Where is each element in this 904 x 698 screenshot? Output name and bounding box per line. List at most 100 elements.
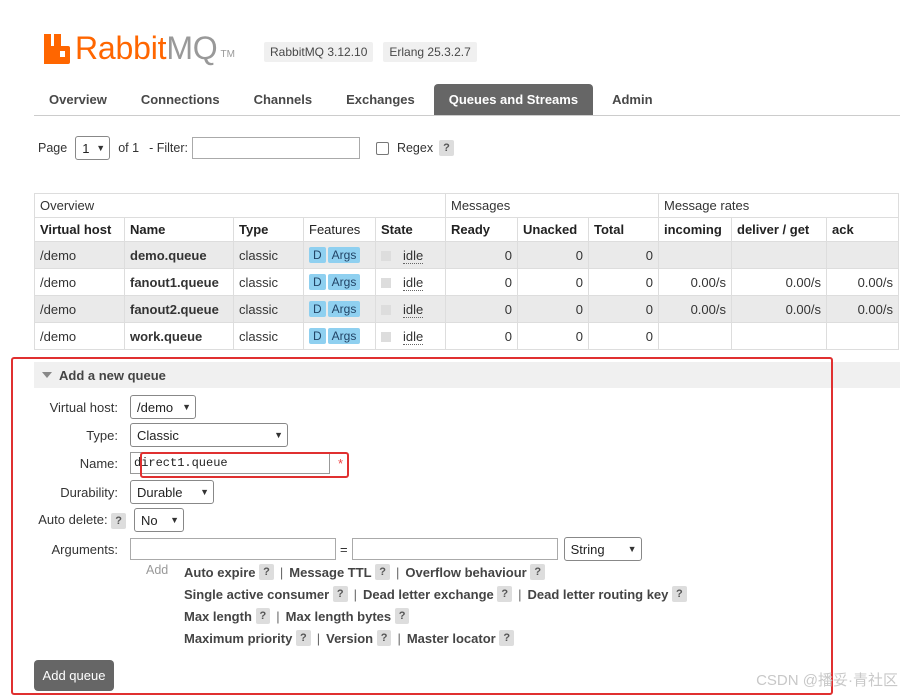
queue-name-link[interactable]: fanout2.queue <box>124 295 234 323</box>
cell-state: idle <box>375 268 446 296</box>
tab-channels[interactable]: Channels <box>239 84 328 115</box>
autodelete-select[interactable]: No ▼ <box>134 508 184 532</box>
help-icon[interactable]: ? <box>499 630 515 646</box>
durability-select[interactable]: Durable ▼ <box>130 480 214 504</box>
required-marker: * <box>338 455 344 471</box>
col-unacked[interactable]: Unacked <box>517 217 589 242</box>
page-of-label: of 1 <box>118 141 140 155</box>
arg-overflow-behaviour[interactable]: Overflow behaviour <box>405 565 526 580</box>
durability-label: Durability: <box>60 484 118 500</box>
cell-total: 0 <box>588 322 659 350</box>
cell-deliver-get <box>731 322 827 350</box>
arg-version[interactable]: Version <box>326 631 373 646</box>
regex-checkbox[interactable] <box>375 141 389 155</box>
page-select[interactable]: 1 ▼ <box>75 136 111 160</box>
cell-features: D Args <box>303 241 376 269</box>
equals-sign: = <box>340 541 348 557</box>
add-queue-toggle[interactable]: Add a new queue <box>34 362 900 388</box>
rabbitmq-logo: RabbitMQ TM <box>44 24 235 64</box>
help-icon[interactable]: ? <box>530 564 546 580</box>
arg-auto-expire[interactable]: Auto expire <box>184 565 256 580</box>
col-name[interactable]: Name <box>124 217 234 242</box>
state-indicator-icon <box>381 278 391 289</box>
tab-exchanges[interactable]: Exchanges <box>331 84 430 115</box>
state-indicator-icon <box>381 251 391 262</box>
add-queue-button[interactable]: Add queue <box>34 660 114 691</box>
cell-unacked: 0 <box>517 268 589 296</box>
queue-name-link[interactable]: fanout1.queue <box>124 268 234 296</box>
feature-args-badge: Args <box>327 328 361 344</box>
help-icon[interactable]: ? <box>259 564 274 580</box>
cell-total: 0 <box>588 295 659 323</box>
queue-name-link[interactable]: work.queue <box>124 322 234 350</box>
help-icon[interactable]: ? <box>376 630 392 646</box>
col-ready[interactable]: Ready <box>445 217 518 242</box>
filter-input[interactable] <box>191 137 360 159</box>
group-overview: Overview <box>34 193 446 218</box>
cell-deliver-get: 0.00/s <box>731 268 827 296</box>
cell-features: D Args <box>303 268 376 296</box>
help-icon[interactable]: ? <box>255 608 271 624</box>
arg-dead-letter-routing-key[interactable]: Dead letter routing key <box>528 587 669 602</box>
argument-value-input[interactable] <box>351 538 558 560</box>
collapse-triangle-icon <box>42 372 52 378</box>
regex-help-icon[interactable]: ? <box>439 140 454 156</box>
regex-label: Regex <box>396 141 434 155</box>
chevron-down-icon: ▼ <box>96 143 106 153</box>
tab-connections[interactable]: Connections <box>126 84 235 115</box>
vhost-select[interactable]: /demo ▼ <box>130 395 196 419</box>
help-icon[interactable]: ? <box>394 608 410 624</box>
arguments-label: Arguments: <box>51 541 118 557</box>
autodelete-help-icon[interactable]: ? <box>111 512 126 529</box>
autodelete-label: Auto delete: ? <box>34 512 134 529</box>
arg-max-length-bytes[interactable]: Max length bytes <box>286 609 391 624</box>
feature-durable-badge: D <box>309 274 326 290</box>
cell-ready: 0 <box>445 268 518 296</box>
cell-features: D Args <box>303 322 376 350</box>
col-incoming[interactable]: incoming <box>658 217 732 242</box>
col-virtual-host[interactable]: Virtual host <box>34 217 125 242</box>
tab-admin[interactable]: Admin <box>597 84 667 115</box>
cell-type: classic <box>233 268 304 296</box>
chevron-down-icon: ▼ <box>200 487 209 497</box>
type-select[interactable]: Classic ▼ <box>130 423 288 447</box>
cell-type: classic <box>233 241 304 269</box>
feature-durable-badge: D <box>309 301 326 317</box>
help-icon[interactable]: ? <box>295 630 311 646</box>
argument-key-input[interactable] <box>130 538 336 560</box>
cell-incoming: 0.00/s <box>658 268 732 296</box>
col-deliver-get[interactable]: deliver / get <box>731 217 827 242</box>
col-ack[interactable]: ack <box>826 217 899 242</box>
cell-unacked: 0 <box>517 241 589 269</box>
help-icon[interactable]: ? <box>375 564 390 580</box>
help-icon[interactable]: ? <box>672 586 687 602</box>
arg-single-active-consumer[interactable]: Single active consumer <box>184 587 329 602</box>
main-tabs: Overview Connections Channels Exchanges … <box>34 84 900 116</box>
argument-type-select[interactable]: String ▼ <box>563 537 642 561</box>
arg-max-length[interactable]: Max length <box>184 609 252 624</box>
col-state[interactable]: State <box>375 217 446 242</box>
arg-message-ttl[interactable]: Message TTL <box>289 565 371 580</box>
arg-dead-letter-exchange[interactable]: Dead letter exchange <box>363 587 494 602</box>
tab-queues-and-streams[interactable]: Queues and Streams <box>433 84 594 115</box>
cell-ack <box>826 322 899 350</box>
cell-state: idle <box>375 322 446 350</box>
queue-name-input[interactable]: direct1.queue <box>130 452 330 474</box>
arg-master-locator[interactable]: Master locator <box>407 631 496 646</box>
col-total[interactable]: Total <box>588 217 659 242</box>
tab-overview[interactable]: Overview <box>34 84 122 115</box>
arg-maximum-priority[interactable]: Maximum priority <box>184 631 292 646</box>
group-messages: Messages <box>445 193 659 218</box>
queue-name-link[interactable]: demo.queue <box>124 241 234 269</box>
cell-incoming <box>658 241 732 269</box>
help-icon[interactable]: ? <box>332 586 348 602</box>
add-queue-title: Add a new queue <box>59 367 166 383</box>
col-type[interactable]: Type <box>233 217 304 242</box>
col-features: Features <box>303 217 376 242</box>
name-label: Name: <box>79 455 118 471</box>
chevron-down-icon: ▼ <box>170 515 179 525</box>
table-row: /demo fanout2.queue classic D Args idle 0… <box>34 295 899 323</box>
chevron-down-icon: ▼ <box>274 430 283 440</box>
help-icon[interactable]: ? <box>497 586 513 602</box>
add-argument-link[interactable]: Add <box>146 563 168 577</box>
